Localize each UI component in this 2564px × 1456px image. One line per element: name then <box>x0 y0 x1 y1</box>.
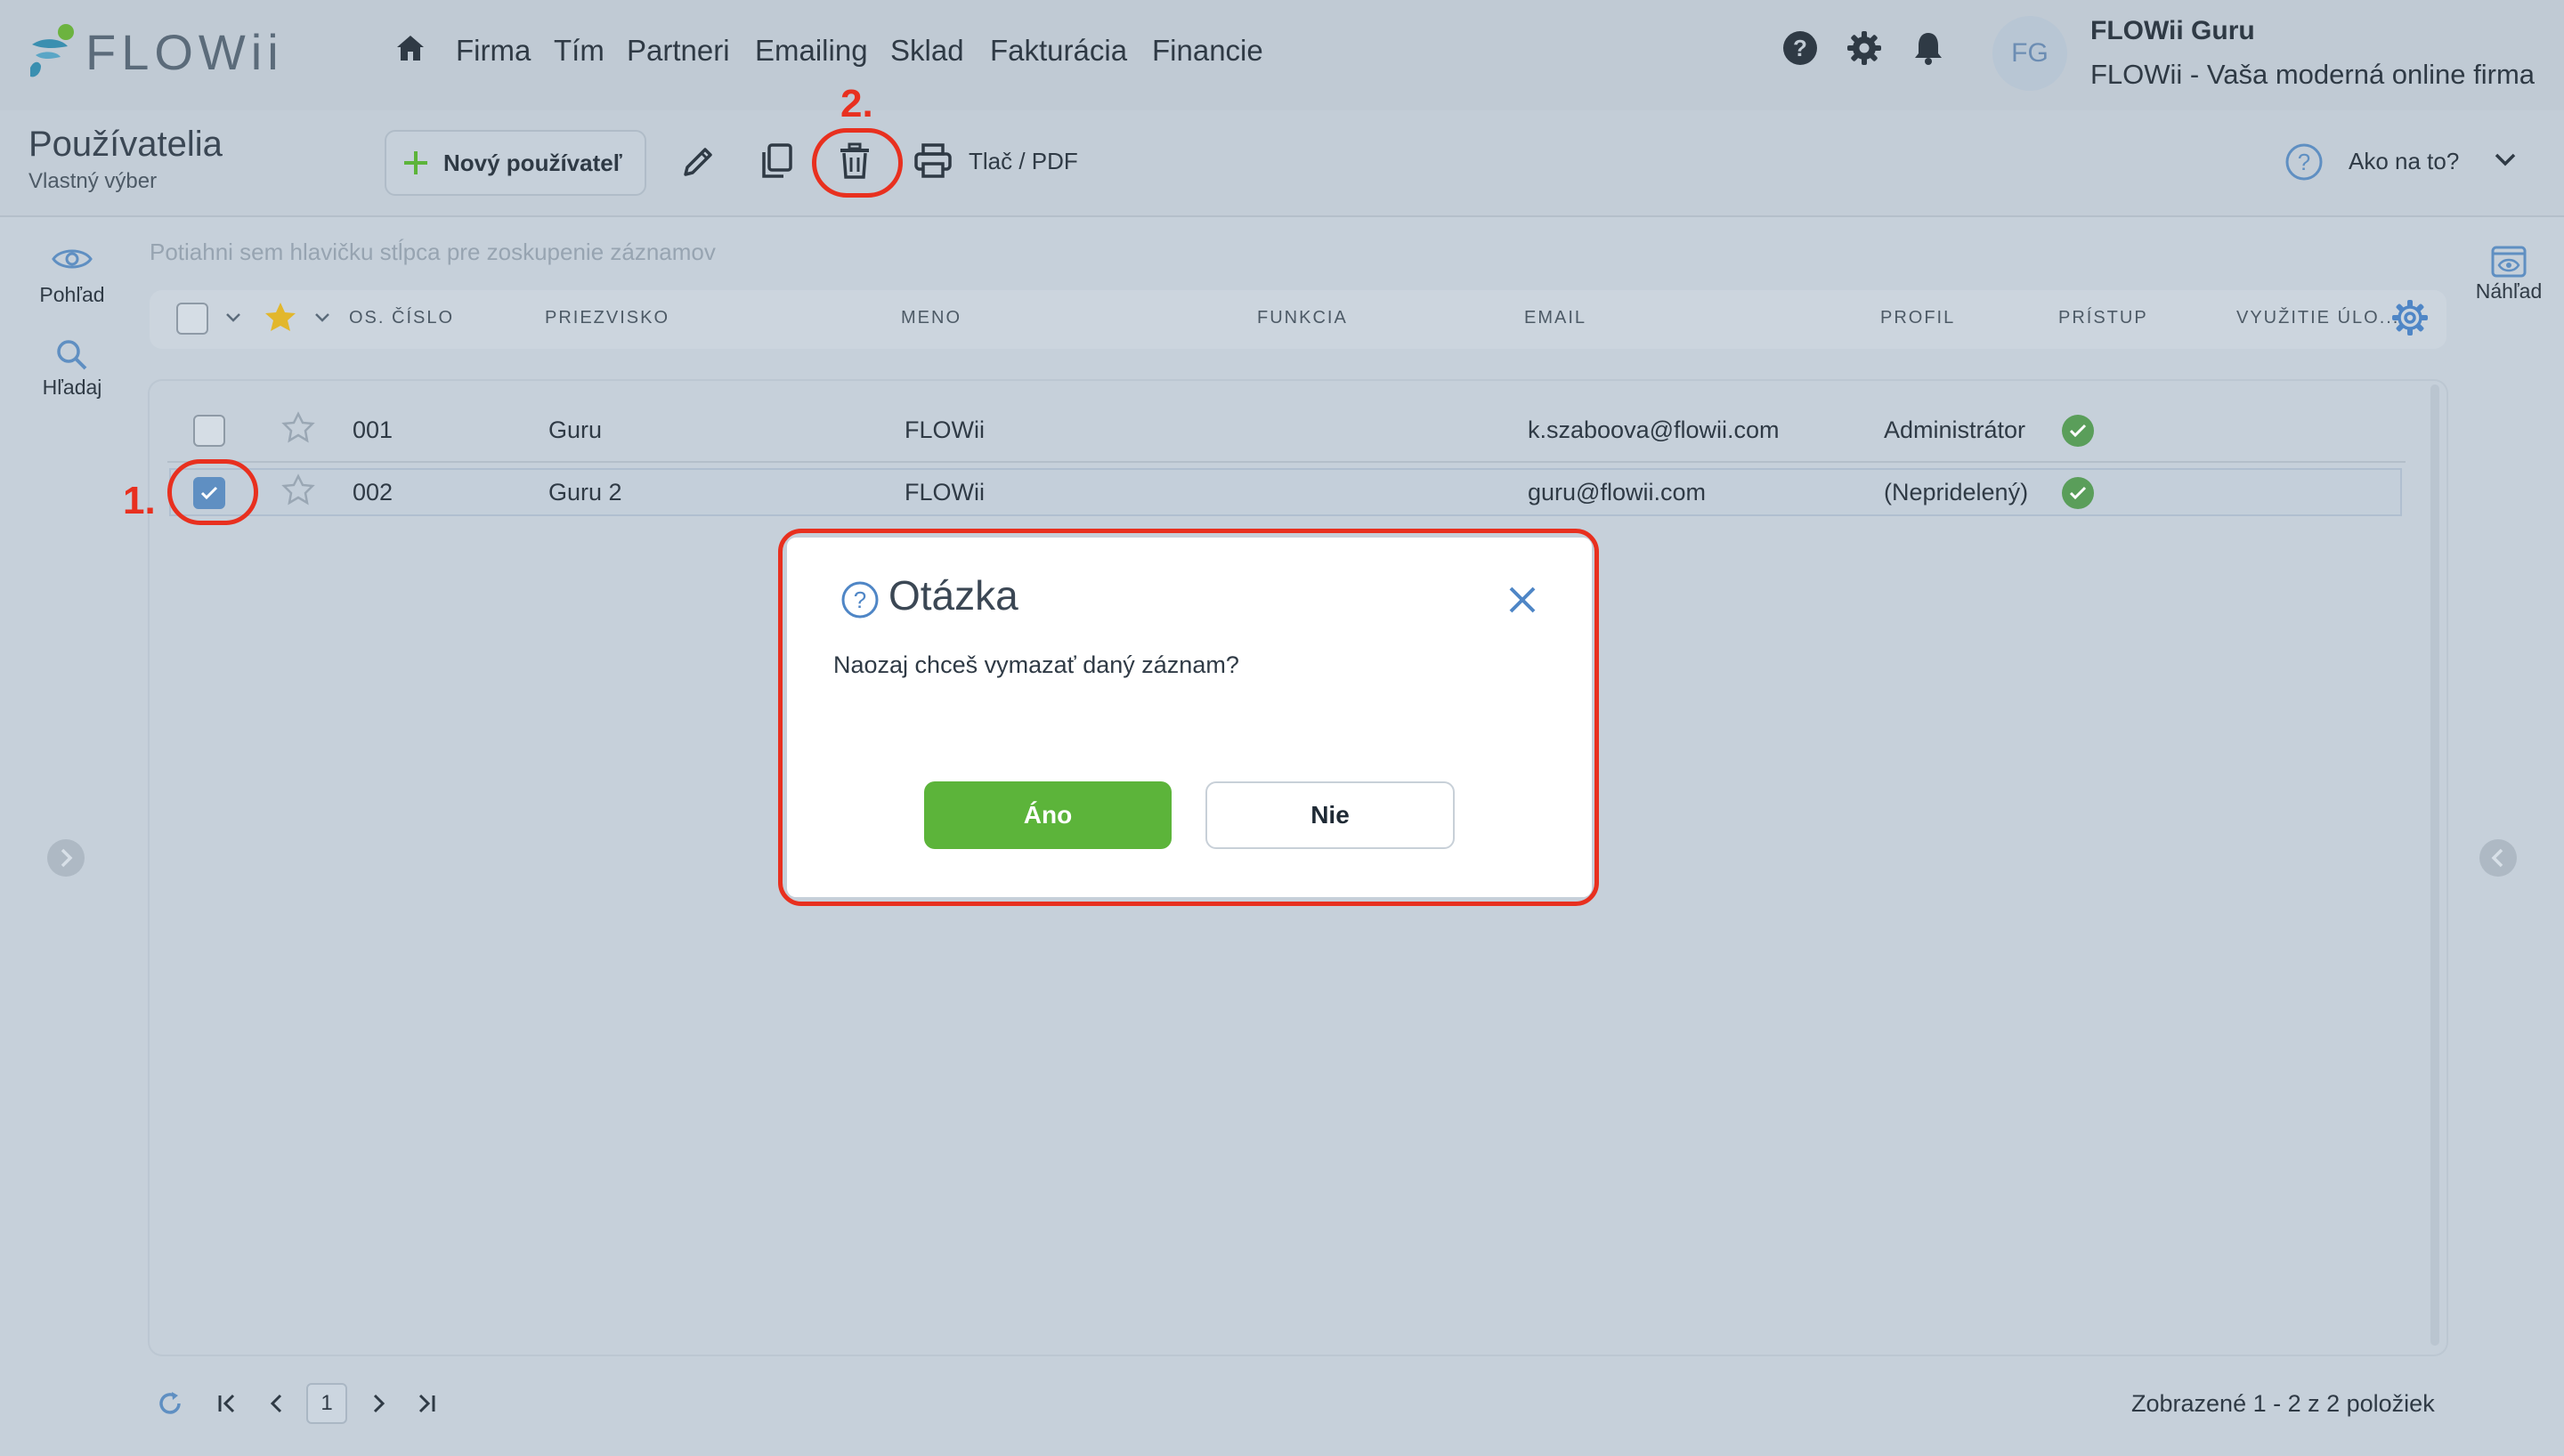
annotation-step2-label: 2. <box>840 82 873 125</box>
select-all-checkbox[interactable] <box>176 303 208 335</box>
col-header-access[interactable]: PRÍSTUP <box>2058 308 2148 328</box>
select-all-chevron-icon[interactable] <box>224 311 242 324</box>
favorite-filter-star-icon[interactable] <box>264 301 297 333</box>
cell-surname: Guru <box>548 417 603 443</box>
last-page-icon[interactable] <box>413 1392 438 1415</box>
search-label[interactable]: Hľadaj <box>23 376 121 400</box>
nav-emailing[interactable]: Emailing <box>755 34 868 68</box>
svg-text:?: ? <box>2298 149 2310 175</box>
cell-email: k.szaboova@flowii.com <box>1528 417 1780 443</box>
nav-sklad[interactable]: Sklad <box>890 34 964 68</box>
copy-icon[interactable] <box>759 142 794 180</box>
cell-name: FLOWii <box>905 417 985 443</box>
col-header-function[interactable]: FUNKCIA <box>1257 308 1348 328</box>
search-icon[interactable] <box>55 338 89 372</box>
access-granted-check-icon <box>2062 415 2094 447</box>
cell-email: guru@flowii.com <box>1528 479 1706 506</box>
col-header-surname[interactable]: PRIEZVISKO <box>545 308 669 328</box>
nav-tim[interactable]: Tím <box>554 34 604 68</box>
new-user-label: Nový používateľ <box>443 149 622 176</box>
company-name: FLOWii - Vaša moderná online firma <box>2090 59 2536 90</box>
first-page-icon[interactable] <box>215 1392 240 1415</box>
howto-help-icon[interactable]: ? <box>2284 142 2324 182</box>
refresh-icon[interactable] <box>157 1390 183 1417</box>
row-divider <box>167 461 2406 463</box>
view-label[interactable]: Pohľad <box>23 283 121 307</box>
user-name[interactable]: FLOWii Guru <box>2090 16 2255 46</box>
svg-text:?: ? <box>1793 35 1807 61</box>
nav-financie[interactable]: Financie <box>1152 34 1263 68</box>
previous-page-icon[interactable] <box>265 1392 288 1415</box>
row-favorite-star-icon[interactable] <box>281 411 315 443</box>
print-icon[interactable] <box>913 142 953 180</box>
view-eye-icon[interactable] <box>52 246 93 272</box>
expand-left-arrow-icon[interactable] <box>46 838 85 878</box>
cell-number: 002 <box>353 479 394 506</box>
annotation-step1-label: 1. <box>123 479 156 522</box>
col-header-profile[interactable]: PROFIL <box>1880 308 1955 328</box>
cell-surname: Guru 2 <box>548 479 622 506</box>
notifications-bell-icon[interactable] <box>1912 30 1944 66</box>
user-avatar[interactable]: FG <box>1992 16 2067 91</box>
edit-pencil-icon[interactable] <box>680 144 716 180</box>
howto-label[interactable]: Ako na to? <box>2349 148 2459 175</box>
nav-fakturacia[interactable]: Fakturácia <box>990 34 1127 68</box>
new-user-button[interactable]: Nový používateľ <box>385 130 646 196</box>
col-header-name[interactable]: MENO <box>901 308 961 328</box>
annotation-step2-highlight <box>812 128 903 198</box>
plus-icon <box>402 150 429 176</box>
current-page-number[interactable]: 1 <box>306 1383 347 1424</box>
settings-gear-icon[interactable] <box>1846 30 1882 66</box>
page-title: Používatelia <box>28 125 223 164</box>
col-header-usage[interactable]: VYUŽITIE ÚLO... <box>2236 308 2399 328</box>
logo-text[interactable]: FLOWii <box>85 23 284 81</box>
print-pdf-label[interactable]: Tlač / PDF <box>969 148 1078 175</box>
preview-icon[interactable] <box>2491 246 2527 278</box>
row-favorite-star-icon[interactable] <box>281 473 315 506</box>
cell-profile: Administrátor <box>1884 417 2026 443</box>
column-settings-gear-icon[interactable] <box>2391 299 2429 336</box>
access-granted-check-icon <box>2062 477 2094 509</box>
cell-name: FLOWii <box>905 479 985 506</box>
nav-firma[interactable]: Firma <box>456 34 531 68</box>
favorite-chevron-icon[interactable] <box>313 311 331 324</box>
annotation-dialog-highlight <box>778 529 1599 906</box>
row-checkbox[interactable] <box>193 415 225 447</box>
cell-number: 001 <box>353 417 394 443</box>
expand-right-arrow-icon[interactable] <box>2479 838 2518 878</box>
flowii-logo-icon[interactable] <box>27 23 77 80</box>
help-icon[interactable]: ? <box>1782 30 1818 66</box>
page-subtitle[interactable]: Vlastný výber <box>28 169 157 194</box>
col-header-number[interactable]: OS. ČÍSLO <box>349 308 454 328</box>
col-header-email[interactable]: EMAIL <box>1524 308 1586 328</box>
preview-label[interactable]: Náhľad <box>2460 279 2558 303</box>
nav-partneri[interactable]: Partneri <box>627 34 730 68</box>
group-by-hint[interactable]: Potiahni sem hlavičku stĺpca pre zoskupe… <box>150 239 716 266</box>
home-icon[interactable] <box>395 34 426 62</box>
vertical-scrollbar[interactable] <box>2430 384 2439 1346</box>
chevron-down-icon[interactable] <box>2493 151 2518 169</box>
annotation-step1-highlight <box>167 459 258 525</box>
pagination-status: Zobrazené 1 - 2 z 2 položiek <box>2131 1390 2435 1417</box>
cell-profile: (Nepridelený) <box>1884 479 2029 506</box>
next-page-icon[interactable] <box>367 1392 390 1415</box>
